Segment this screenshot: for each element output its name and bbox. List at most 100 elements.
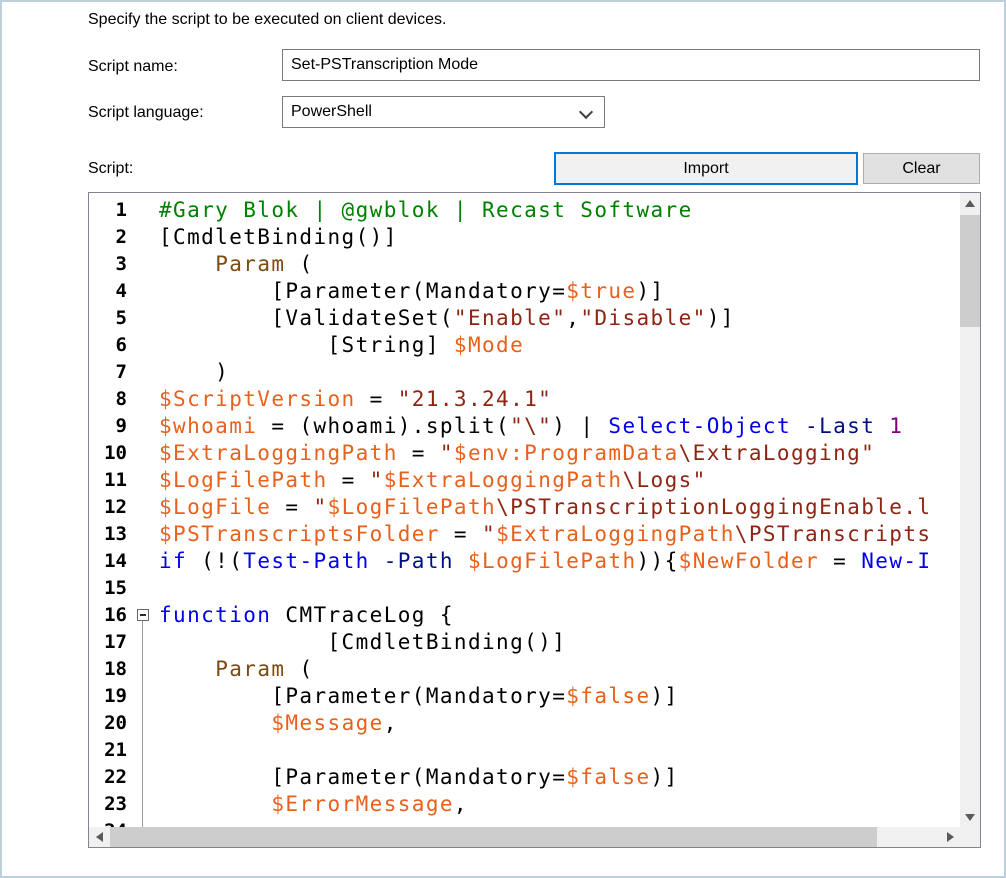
code-token-variable: $Message — [271, 711, 383, 735]
code-token-variable: $Mode — [454, 333, 524, 357]
code-token-string: "\" — [510, 414, 552, 438]
code-token-plain — [159, 792, 271, 816]
code-token-plain: = — [819, 549, 861, 573]
code-token-plain: = — [440, 522, 482, 546]
line-number: 22 — [89, 764, 133, 791]
code-token-variable: $ExtraLoggingPath — [159, 441, 398, 465]
scroll-up-button[interactable] — [960, 193, 980, 213]
code-token-string: \ExtraLogging" — [679, 441, 876, 465]
code-token-plain: CMTraceLog { — [271, 603, 454, 627]
code-token-variable: $false — [566, 765, 650, 789]
code-line[interactable]: $ErrorMessage, — [159, 791, 960, 818]
line-number: 4 — [89, 278, 133, 305]
line-number: 18 — [89, 656, 133, 683]
scroll-right-button[interactable] — [940, 827, 960, 847]
code-line[interactable] — [159, 575, 960, 602]
code-token-plain: = — [356, 387, 398, 411]
code-line[interactable]: [Parameter(Mandatory=$true)] — [159, 278, 960, 305]
code-line[interactable]: [CmdletBinding()] — [159, 629, 960, 656]
code-token-plain — [454, 549, 468, 573]
vertical-scrollbar[interactable] — [960, 193, 980, 827]
line-number: 1 — [89, 197, 133, 224]
import-button[interactable]: Import — [554, 152, 858, 185]
line-number: 12 — [89, 494, 133, 521]
code-line[interactable]: [Parameter(Mandatory=$false)] — [159, 683, 960, 710]
code-token-plain: [Parameter(Mandatory= — [159, 684, 566, 708]
code-token-string: "21.3.24.1" — [398, 387, 552, 411]
code-line[interactable] — [159, 818, 960, 827]
code-line[interactable]: $ScriptVersion = "21.3.24.1" — [159, 386, 960, 413]
code-token-cmdlet: New-I — [861, 549, 931, 573]
code-token-variable: $NewFolder — [679, 549, 819, 573]
code-token-plain — [875, 414, 889, 438]
code-token-variable: $ExtraLoggingPath — [496, 522, 735, 546]
code-line[interactable]: $whoami = (whoami).split("\") | Select-O… — [159, 413, 960, 440]
script-language-select[interactable]: PowerShell — [282, 96, 605, 128]
line-number: 6 — [89, 332, 133, 359]
code-token-parameter: -Last — [805, 414, 875, 438]
code-line[interactable]: Param ( — [159, 656, 960, 683]
code-token-parameter: -Path — [384, 549, 454, 573]
code-token-plain: = — [271, 495, 313, 519]
vertical-scrollbar-thumb[interactable] — [960, 215, 980, 327]
code-token-string: " — [314, 495, 328, 519]
code-line[interactable]: $ExtraLoggingPath = "$env:ProgramData\Ex… — [159, 440, 960, 467]
code-token-cmdlet: Test-Path — [243, 549, 369, 573]
code-token-variable: $LogFile — [159, 495, 271, 519]
scroll-up-icon — [965, 200, 975, 207]
code-token-plain: [String] — [159, 333, 454, 357]
line-number: 14 — [89, 548, 133, 575]
line-number: 23 — [89, 791, 133, 818]
code-line[interactable]: [CmdletBinding()] — [159, 224, 960, 251]
horizontal-scrollbar[interactable] — [89, 827, 960, 847]
clear-button[interactable]: Clear — [863, 153, 980, 184]
line-number: 24 — [89, 818, 133, 827]
code-token-variable: $LogFilePath — [328, 495, 497, 519]
script-language-label: Script language: — [88, 104, 204, 122]
line-number: 19 — [89, 683, 133, 710]
line-number: 21 — [89, 737, 133, 764]
code-token-plain: [Parameter(Mandatory= — [159, 279, 566, 303]
code-token-plain: [CmdletBinding()] — [159, 225, 398, 249]
code-line[interactable]: #Gary Blok | @gwblok | Recast Software — [159, 197, 960, 224]
code-line[interactable]: $LogFilePath = "$ExtraLoggingPath\Logs" — [159, 467, 960, 494]
scroll-left-icon — [96, 832, 103, 842]
line-number: 17 — [89, 629, 133, 656]
code-line[interactable]: function CMTraceLog { — [159, 602, 960, 629]
code-line[interactable] — [159, 737, 960, 764]
code-token-variable: $PSTranscriptsFolder — [159, 522, 440, 546]
line-number: 10 — [89, 440, 133, 467]
code-line[interactable]: [String] $Mode — [159, 332, 960, 359]
code-token-string: \PSTranscriptionLoggingEnable.l — [496, 495, 931, 519]
code-token-plain: = — [328, 468, 370, 492]
code-token-plain: )] — [636, 279, 664, 303]
line-number: 3 — [89, 251, 133, 278]
code-token-plain: (!( — [187, 549, 243, 573]
code-token-string: \PSTranscripts — [735, 522, 932, 546]
code-line[interactable]: $PSTranscriptsFolder = "$ExtraLoggingPat… — [159, 521, 960, 548]
line-number: 20 — [89, 710, 133, 737]
code-lines[interactable]: #Gary Blok | @gwblok | Recast Software[C… — [153, 193, 960, 827]
code-line[interactable]: [Parameter(Mandatory=$false)] — [159, 764, 960, 791]
scroll-down-button[interactable] — [960, 807, 980, 827]
code-token-variable: $LogFilePath — [468, 549, 637, 573]
code-line[interactable]: [ValidateSet("Enable","Disable")] — [159, 305, 960, 332]
code-line[interactable]: $Message, — [159, 710, 960, 737]
code-token-plain: , — [454, 792, 468, 816]
scroll-right-icon — [947, 832, 954, 842]
code-line[interactable]: $LogFile = "$LogFilePath\PSTranscription… — [159, 494, 960, 521]
code-token-plain: [ValidateSet( — [159, 306, 454, 330]
horizontal-scrollbar-thumb[interactable] — [110, 827, 877, 847]
script-name-input[interactable] — [282, 49, 980, 81]
fold-collapse-icon[interactable] — [137, 609, 149, 621]
scroll-left-button[interactable] — [89, 827, 109, 847]
code-token-plain: ( — [285, 657, 313, 681]
code-line[interactable]: if (!(Test-Path -Path $LogFilePath)){$Ne… — [159, 548, 960, 575]
fold-margin — [133, 193, 153, 827]
code-token-plain: , — [566, 306, 580, 330]
line-number-gutter: 123456789101112131415161718192021222324 — [89, 193, 133, 827]
code-token-variable: $ExtraLoggingPath — [384, 468, 623, 492]
code-token-plain: , — [384, 711, 398, 735]
code-line[interactable]: ) — [159, 359, 960, 386]
code-line[interactable]: Param ( — [159, 251, 960, 278]
